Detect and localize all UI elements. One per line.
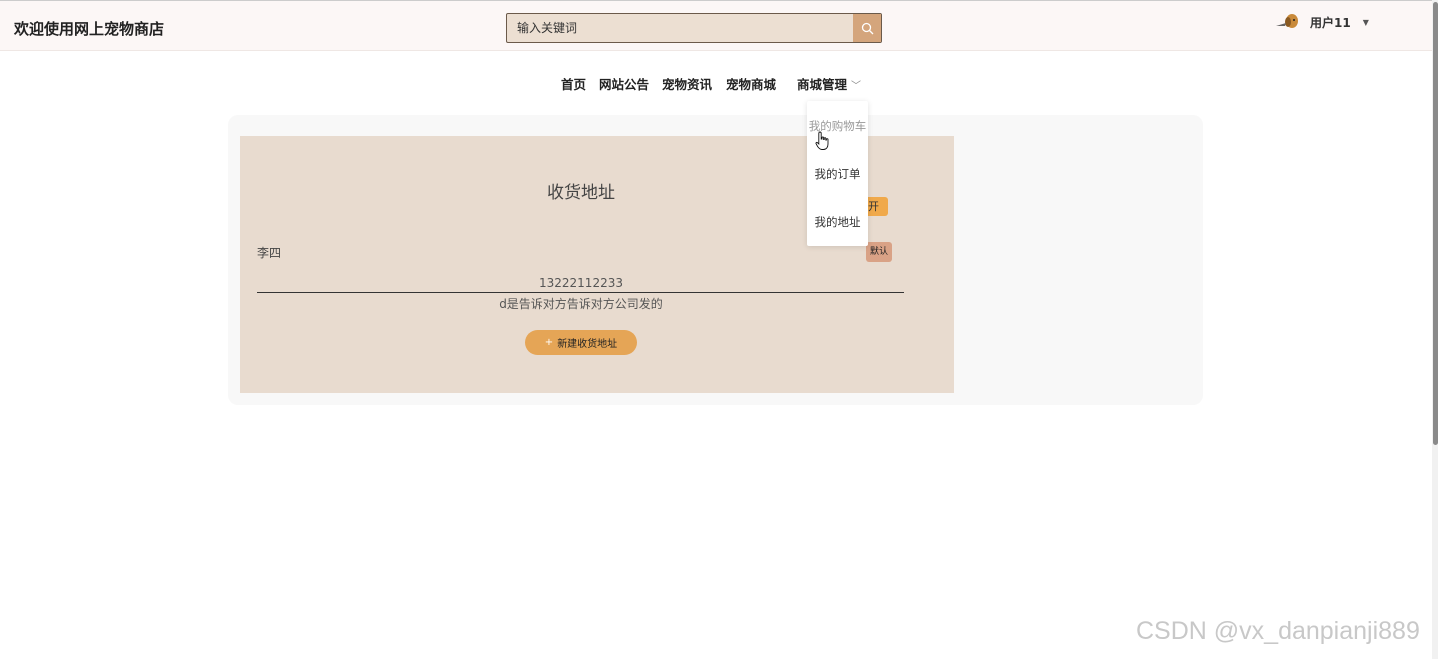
main-nav: 首页 网站公告 宠物资讯 宠物商城 商城管理 ﹀	[0, 74, 1438, 94]
user-menu[interactable]: 用户11 ▼	[1276, 7, 1369, 37]
watermark: CSDN @vx_danpianji889	[1136, 617, 1420, 645]
scrollbar-thumb[interactable]	[1433, 2, 1438, 445]
nav-item-pet-store[interactable]: 宠物商城	[726, 74, 776, 93]
dropdown-item-orders[interactable]: 我的订单	[807, 166, 868, 182]
address-phone: 13222112233	[539, 276, 623, 290]
nav-item-store-management-label: 商城管理	[797, 77, 848, 92]
search-input[interactable]	[507, 14, 853, 42]
address-detail: d是告诉对方告诉对方公司发的	[499, 297, 663, 311]
nav-item-pet-news[interactable]: 宠物资讯	[662, 74, 712, 93]
search-icon	[861, 22, 873, 34]
site-title: 欢迎使用网上宠物商店	[14, 20, 165, 38]
page-title: 收货地址	[547, 183, 615, 203]
store-management-dropdown: 我的购物车 我的订单 我的地址	[807, 101, 868, 246]
hand-cursor-icon	[815, 131, 831, 151]
top-header-bar: 欢迎使用网上宠物商店 用户11 ▼	[0, 0, 1438, 51]
caret-down-icon: ▼	[1362, 17, 1369, 27]
search-button[interactable]	[853, 14, 881, 42]
default-badge[interactable]: 默认	[866, 242, 892, 262]
new-address-button[interactable]: + 新建收货地址	[525, 330, 637, 355]
nav-item-home[interactable]: 首页	[561, 74, 586, 93]
nav-item-announcements[interactable]: 网站公告	[599, 74, 649, 93]
chevron-down-icon: ﹀	[851, 81, 862, 92]
user-name: 用户11	[1310, 15, 1351, 30]
avatar	[1276, 11, 1304, 33]
nav-item-store-management[interactable]: 商城管理 ﹀	[797, 74, 861, 93]
address-recipient-name: 李四	[257, 246, 282, 260]
dropdown-item-addresses[interactable]: 我的地址	[807, 214, 868, 230]
divider	[257, 292, 904, 293]
plus-icon: +	[544, 337, 554, 348]
search-box	[506, 13, 882, 43]
new-address-button-label: 新建收货地址	[557, 339, 618, 350]
